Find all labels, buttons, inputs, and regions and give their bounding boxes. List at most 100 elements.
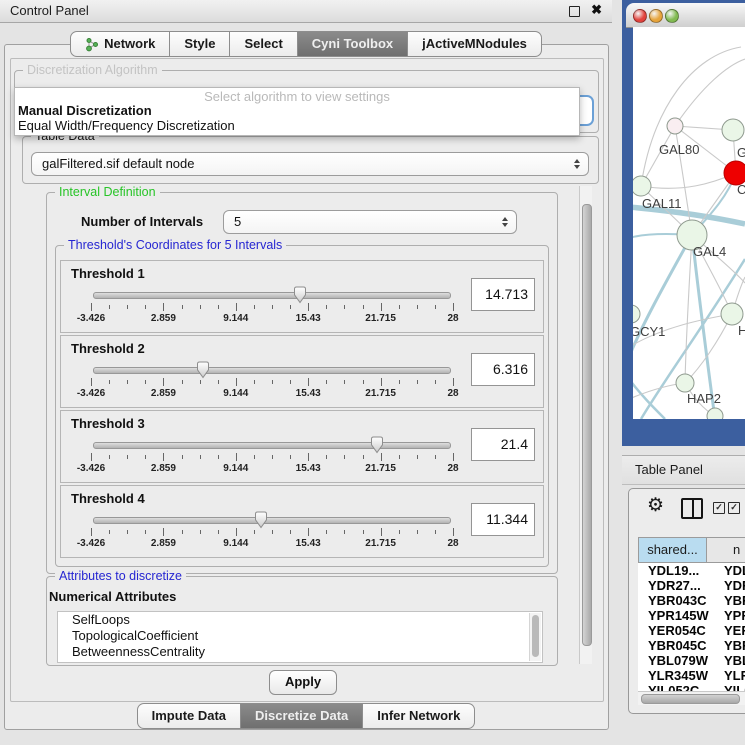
slider-track[interactable] — [93, 292, 451, 299]
slider-thumb[interactable] — [254, 511, 268, 534]
network-node[interactable] — [721, 303, 743, 325]
network-window-titlebar[interactable] — [626, 3, 745, 28]
table-row[interactable]: YER054CYER0 — [638, 623, 745, 638]
threshold-value-field[interactable]: 14.713 — [471, 278, 535, 311]
network-node[interactable] — [707, 408, 723, 419]
slider-tick — [290, 305, 291, 309]
threshold-value-field[interactable]: 21.4 — [471, 428, 535, 461]
attribute-item-betweennesscentrality[interactable]: BetweennessCentrality — [58, 644, 542, 660]
slider-track[interactable] — [93, 517, 451, 524]
network-node[interactable] — [722, 119, 744, 141]
dropdown-option-manual-discretization[interactable]: Manual Discretization — [18, 103, 152, 118]
attribute-item-selfloops[interactable]: SelfLoops — [58, 612, 542, 628]
table-row[interactable]: YBR043CYBR0 — [638, 593, 745, 608]
slider-tick — [182, 530, 183, 534]
threshold-value-field[interactable]: 6.316 — [471, 353, 535, 386]
network-node[interactable] — [633, 176, 651, 196]
columns-icon[interactable] — [681, 498, 703, 519]
column-header-name[interactable]: n — [707, 537, 745, 563]
number-of-intervals-combobox[interactable]: 5 — [223, 210, 517, 234]
slider-tick-label: -3.426 — [77, 463, 105, 474]
vertical-scrollbar[interactable] — [579, 186, 592, 664]
network-canvas[interactable]: GAL80GACGAL11GAL4GCY1HHAP2 — [633, 27, 745, 419]
slider-tick — [200, 530, 201, 534]
slider-tick — [435, 455, 436, 459]
scrollbar-thumb[interactable] — [582, 204, 592, 646]
table-row[interactable]: YPR145WYPR1 — [638, 608, 745, 623]
slider-tick — [236, 453, 237, 461]
slider-tick — [182, 380, 183, 384]
tab-impute-data[interactable]: Impute Data — [137, 703, 241, 729]
slider-thumb[interactable] — [370, 436, 384, 459]
tab-infer-network[interactable]: Infer Network — [363, 703, 475, 729]
slider-tick — [145, 380, 146, 384]
slider-thumb[interactable] — [196, 361, 210, 384]
threshold-slider[interactable]: -3.4262.8599.14415.4321.71528 — [91, 508, 453, 554]
slider-thumb[interactable] — [293, 286, 307, 309]
table-row[interactable]: YDL19...YDL1 — [638, 563, 745, 578]
threshold-slider[interactable]: -3.4262.8599.14415.4321.71528 — [91, 358, 453, 404]
table-row[interactable]: YIL052CYIL0 — [638, 683, 745, 691]
dropdown-option-equal-width-frequency[interactable]: Equal Width/Frequency Discretization — [18, 118, 235, 133]
cell-name: YBL0 — [717, 653, 745, 668]
slider-tick — [381, 378, 382, 386]
table-panel-title: Table Panel — [635, 462, 703, 477]
cell-name: YPR1 — [717, 608, 745, 623]
table-row[interactable]: YDR27...YDR2 — [638, 578, 745, 593]
network-node[interactable] — [667, 118, 683, 134]
numerical-attributes-list[interactable]: SelfLoopsTopologicalCoefficientBetweenne… — [57, 611, 543, 663]
tab-network[interactable]: Network — [70, 31, 170, 57]
scrollbar-thumb[interactable] — [532, 615, 539, 657]
tab-label: Discretize Data — [255, 704, 348, 728]
tab-style[interactable]: Style — [170, 31, 230, 57]
attribute-item-topologicalcoefficient[interactable]: TopologicalCoefficient — [58, 628, 542, 644]
tab-label: jActiveMNodules — [422, 32, 527, 56]
table-data-combobox[interactable]: galFiltered.sif default node — [31, 152, 589, 176]
table-row[interactable]: YBR045CYBR0 — [638, 638, 745, 653]
slider-tick — [326, 530, 327, 534]
network-node[interactable] — [633, 305, 640, 323]
attributes-scrollbar[interactable] — [529, 613, 541, 661]
slider-tick — [344, 305, 345, 309]
float-window-icon[interactable] — [569, 6, 580, 17]
tab-discretize-data[interactable]: Discretize Data — [241, 703, 363, 729]
tab-jactivemnodules[interactable]: jActiveMNodules — [408, 31, 542, 57]
slider-tick — [344, 380, 345, 384]
slider-tick — [381, 303, 382, 311]
mac-minimize-button[interactable] — [649, 9, 663, 23]
cell-shared-name: YBL079W — [638, 653, 717, 668]
apply-button[interactable]: Apply — [269, 670, 337, 695]
network-node[interactable] — [676, 374, 694, 392]
checkbox-icon[interactable]: ✓ — [728, 502, 740, 514]
tab-select[interactable]: Select — [230, 31, 297, 57]
threshold-value-field[interactable]: 11.344 — [471, 503, 535, 536]
slider-tick — [182, 305, 183, 309]
slider-tick-label: 28 — [447, 313, 458, 324]
slider-track[interactable] — [93, 442, 451, 449]
threshold-slider[interactable]: -3.4262.8599.14415.4321.71528 — [91, 433, 453, 479]
cell-name: YDR2 — [717, 578, 745, 593]
gear-icon[interactable]: ⚙ — [647, 494, 664, 517]
algorithm-dropdown-popup: Select algorithm to view settings Manual… — [14, 87, 580, 136]
slider-tick — [308, 303, 309, 311]
checkbox-icon[interactable]: ✓ — [713, 502, 725, 514]
slider-tick — [109, 380, 110, 384]
slider-tick — [326, 305, 327, 309]
mac-zoom-button[interactable] — [665, 9, 679, 23]
slider-tick — [236, 378, 237, 386]
threshold-label: Threshold 3 — [71, 416, 145, 431]
scrollbar-thumb[interactable] — [641, 694, 740, 704]
table-rows[interactable]: YDL19...YDL1YDR27...YDR2YBR043CYBR0YPR14… — [638, 563, 745, 691]
table-data-selected-value: galFiltered.sif default node — [42, 156, 194, 171]
horizontal-scrollbar[interactable] — [638, 691, 745, 705]
node-label-gcy1: GCY1 — [633, 324, 665, 339]
threshold-slider[interactable]: -3.4262.8599.14415.4321.71528 — [91, 283, 453, 329]
mac-close-button[interactable] — [633, 9, 647, 23]
column-header-shared-name[interactable]: shared... — [638, 537, 707, 563]
table-row[interactable]: YBL079WYBL0 — [638, 653, 745, 668]
slider-track[interactable] — [93, 367, 451, 374]
slider-tick — [145, 455, 146, 459]
tab-cyni-toolbox[interactable]: Cyni Toolbox — [298, 31, 408, 57]
close-icon[interactable]: ✖ — [591, 2, 602, 18]
table-row[interactable]: YLR345WYLR3 — [638, 668, 745, 683]
